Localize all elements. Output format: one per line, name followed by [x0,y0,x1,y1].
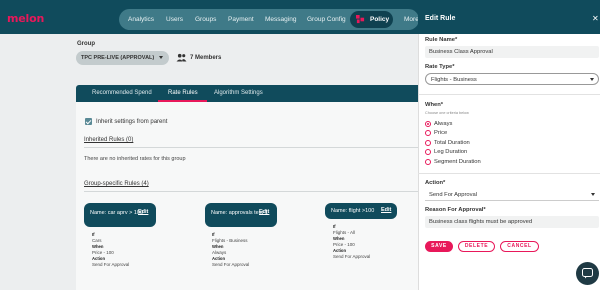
action-label: Action* [425,180,446,186]
nav-item-group-config[interactable]: Group Config [307,16,346,23]
rule-name-label: Rule Name* [425,37,458,43]
chevron-down-icon[interactable] [590,78,594,81]
cancel-button[interactable]: CANCEL [500,241,539,252]
delete-button[interactable]: DELETE [458,241,495,252]
rule-name-card: Name: approvals test-1 [205,203,277,227]
divider [418,94,600,95]
radio-label[interactable]: Always [434,121,452,127]
rule-type-label: Rate Type* [425,64,455,70]
nav-item-messaging[interactable]: Messaging [265,16,296,23]
chat-icon [582,268,593,279]
inherited-rules-title[interactable]: Inherited Rules (0) [84,137,133,143]
radio-always[interactable] [425,121,431,127]
radio-total-duration[interactable] [425,140,431,146]
divider [418,173,600,174]
nav-item-policy-label[interactable]: Policy [370,16,389,23]
tab-algorithm-settings[interactable]: Algorithm Settings [214,90,263,96]
chevron-down-icon[interactable] [159,56,163,59]
members-icon [176,53,187,62]
save-button[interactable]: SAVE [425,241,453,252]
reason-input[interactable]: Business class flights must be approved [425,216,599,228]
rule-name-card: Name: car aprv > 100 [84,203,156,227]
group-rules-title[interactable]: Group-specific Rules (4) [84,181,149,187]
action-select[interactable]: Send For Approval [425,189,599,201]
radio-label[interactable]: Segment Duration [434,159,481,165]
rule-action-value: Send For Approval [212,262,250,267]
rule-name: Name: car aprv > 100 [90,210,144,216]
edit-rule-button[interactable]: Edit [381,207,391,213]
edit-rule-button[interactable]: Edit [138,209,148,215]
members-count[interactable]: 7 Members [190,55,221,61]
radio-price[interactable] [425,130,431,136]
action-value[interactable]: Send For Approval [429,192,477,198]
rule-type-select[interactable]: Flights - Business [425,73,599,85]
radio-leg-duration[interactable] [425,149,431,155]
nav-item-payment[interactable]: Payment [228,16,254,23]
rule-type-value[interactable]: Flights - Business [431,77,477,83]
policy-icon [356,15,365,24]
close-icon[interactable]: ✕ [592,14,599,23]
inherit-label[interactable]: Inherit settings from parent [96,119,167,125]
inherited-empty-text: There are no inherited rates for this gr… [84,156,186,162]
rule-detail: If Flights - Business When Always Action… [212,232,249,268]
nav-item-groups[interactable]: Groups [195,16,216,23]
chevron-down-icon[interactable] [591,193,595,196]
group-label: Group [77,41,95,47]
rule-detail: If Cars When Price - 100 Action Send For… [92,232,129,268]
rule-detail: If Flights - All When Price - 100 Action… [333,224,370,260]
rule-action-value: Send For Approval [92,262,130,267]
group-select-value[interactable]: TPC PRE-LIVE (APPROVAL) [81,55,154,61]
rule-name-input[interactable]: Business Class Approval [425,46,599,58]
divider [84,147,418,148]
tab-rate-rules[interactable]: Rate Rules [168,90,198,96]
radio-label[interactable]: Leg Duration [434,149,467,155]
inherit-checkbox[interactable] [85,118,92,125]
divider [84,191,418,192]
logo[interactable]: melon [7,12,44,25]
edit-rule-button[interactable]: Edit [259,209,269,215]
nav-item-analytics[interactable]: Analytics [128,16,154,23]
nav-item-users[interactable]: Users [166,16,183,23]
radio-label[interactable]: Price [434,130,447,136]
when-hint: Choose one criteria below [425,111,469,115]
rule-action-value: Send For Approval [333,254,371,259]
nav-item-more[interactable]: More [404,16,419,23]
rule-name: Name: flight >100 [331,208,375,214]
panel-title: Edit Rule [425,15,456,22]
chat-button[interactable] [576,262,599,285]
radio-segment-duration[interactable] [425,159,431,165]
radio-label[interactable]: Total Duration [434,140,470,146]
when-label: When* [425,102,444,108]
reason-label: Reason For Approval* [425,207,486,213]
tab-recommended-spend[interactable]: Recommended Spend [92,90,152,96]
